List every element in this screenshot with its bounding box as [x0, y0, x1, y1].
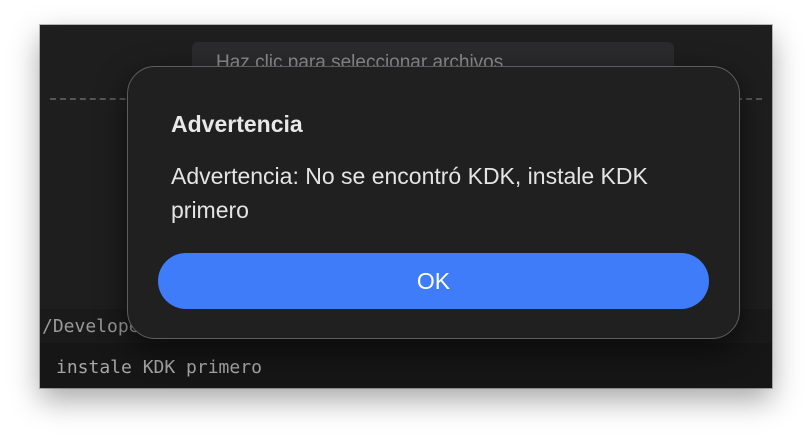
ok-button[interactable]: OK [158, 253, 709, 309]
dialog-title: Advertencia [171, 111, 303, 137]
dialog-message: Advertencia: No se encontró KDK, instale… [171, 163, 648, 223]
log-message-row: instale KDK primero [40, 343, 772, 388]
log-message-text: instale KDK primero [56, 357, 262, 378]
warning-dialog: Advertencia Advertencia: No se encontró … [127, 66, 740, 339]
